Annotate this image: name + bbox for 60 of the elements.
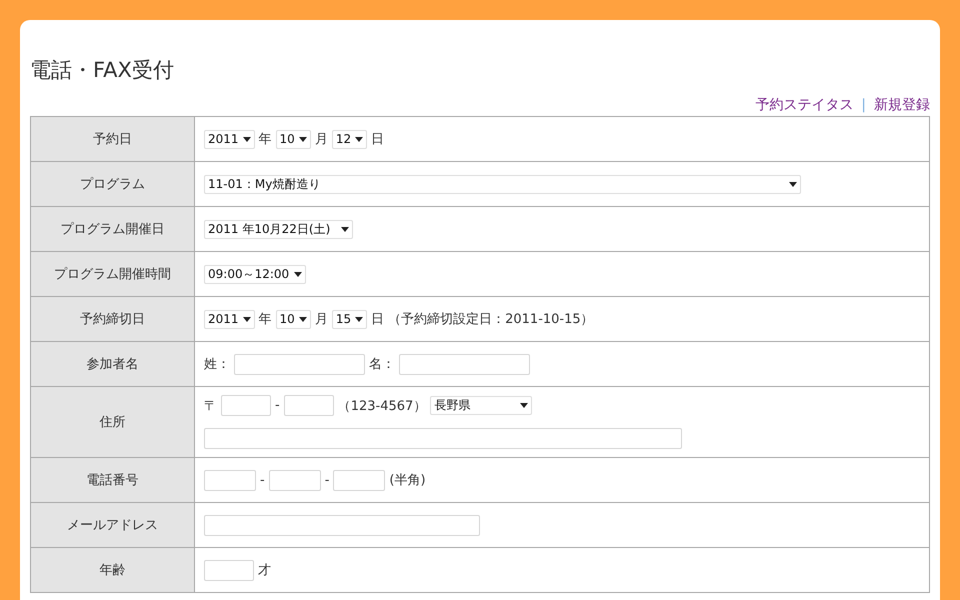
field-text: （予約締切設定日：2011-10-15） (388, 311, 594, 328)
field-label: 電話番号 (30, 458, 194, 502)
field-text: 月 (314, 311, 328, 328)
caret-icon (294, 272, 302, 276)
input-field[interactable] (204, 514, 480, 536)
caret-icon (520, 403, 528, 408)
input-field[interactable] (221, 395, 271, 416)
field-label: 予約日 (30, 116, 194, 162)
caret-icon (355, 316, 364, 322)
dropdown[interactable]: 11-01：My焼酎造り (204, 174, 801, 194)
field-text: 日 (371, 131, 384, 148)
input-field[interactable] (204, 428, 682, 449)
input-field[interactable] (333, 470, 386, 490)
dropdown[interactable]: 15 (332, 310, 368, 328)
dropdown[interactable]: 09:00～12:00 (204, 264, 306, 284)
dropdown[interactable]: 2011 (204, 310, 255, 328)
field-label: 年齢 (30, 548, 194, 592)
field-label: プログラム開催日 (30, 206, 194, 252)
input-field[interactable] (284, 395, 334, 416)
field-text: - (324, 472, 330, 488)
field-text: (半角) (389, 472, 426, 489)
caret-icon (242, 136, 251, 142)
field-text: 才 (258, 562, 271, 579)
field-text: 年 (258, 131, 272, 148)
field-text: - (260, 472, 265, 488)
input-field[interactable] (234, 354, 365, 374)
caret-icon (242, 316, 251, 322)
field-label: 住所 (30, 386, 194, 458)
field-label: メールアドレス (30, 502, 194, 548)
dropdown[interactable]: 10 (276, 310, 311, 328)
dropdown[interactable]: 2011 年10月22日(土) (204, 220, 353, 238)
caret-icon (355, 136, 364, 142)
input-field[interactable] (204, 470, 256, 490)
field-text: 姓： (204, 356, 230, 373)
dropdown[interactable]: 長野県 (430, 396, 532, 415)
field-label: 参加者名 (30, 342, 194, 386)
input-field[interactable] (399, 354, 530, 374)
dropdown[interactable]: 2011 (204, 130, 255, 148)
page-title: 電話・FAX受付 (30, 57, 175, 83)
caret-icon (789, 182, 797, 186)
field-text: - (275, 398, 280, 413)
nav-link[interactable]: 新規登録 (874, 96, 930, 114)
dropdown[interactable]: 12 (332, 130, 368, 148)
field-label: プログラム (30, 162, 194, 206)
dropdown[interactable]: 10 (276, 130, 311, 148)
field-text: 名： (369, 356, 395, 373)
link-separator: | (861, 97, 866, 113)
field-text: 月 (314, 131, 328, 148)
input-field[interactable] (204, 560, 254, 580)
input-field[interactable] (268, 470, 321, 490)
caret-icon (298, 316, 307, 322)
caret-icon (298, 136, 307, 142)
field-text: 〒 (204, 398, 217, 414)
field-label: 予約締切日 (30, 296, 194, 342)
field-text: （123-4567） (338, 398, 426, 414)
caret-icon (341, 226, 349, 232)
field-label: プログラム開催時間 (30, 252, 194, 296)
nav-link[interactable]: 予約ステイタス (755, 96, 854, 114)
field-text: 年 (258, 311, 272, 328)
field-text: 日 (371, 311, 384, 328)
